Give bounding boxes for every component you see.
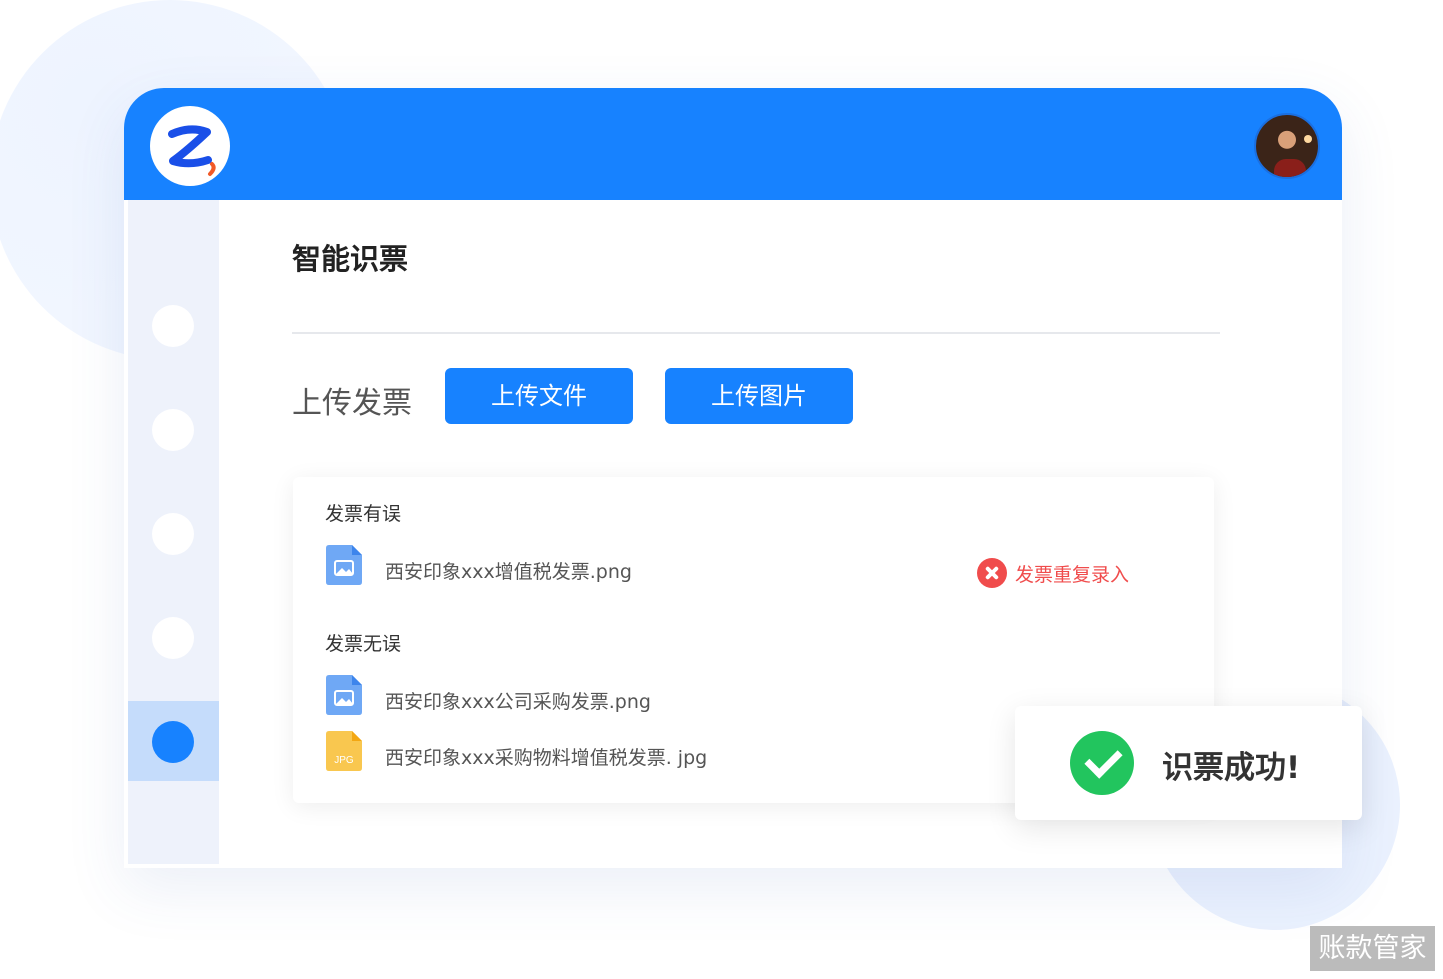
- sidebar-item[interactable]: [152, 617, 194, 659]
- error-status: 发票重复录入: [977, 558, 1129, 588]
- avatar-detail: [1304, 135, 1312, 143]
- ok-section-title: 发票无误: [325, 633, 402, 655]
- divider: [292, 332, 1220, 334]
- jpg-icon-label: JPG: [334, 755, 354, 766]
- sidebar: [128, 200, 219, 864]
- upload-image-button[interactable]: 上传图片: [665, 368, 853, 424]
- sidebar-item[interactable]: [152, 305, 194, 347]
- file-name[interactable]: 西安印象xxx公司采购发票.png: [385, 687, 651, 714]
- image-file-icon: [326, 545, 362, 585]
- file-name[interactable]: 西安印象xxx采购物料增值税发票. jpg: [385, 743, 707, 770]
- jpg-file-icon: JPG: [326, 731, 362, 771]
- sidebar-item-active[interactable]: [128, 701, 219, 781]
- top-bar: [124, 88, 1342, 200]
- upload-label: 上传发票: [292, 386, 412, 421]
- watermark: 账款管家: [1310, 926, 1435, 971]
- error-section-title: 发票有误: [325, 503, 402, 525]
- sidebar-active-dot: [152, 721, 194, 763]
- sidebar-item[interactable]: [152, 409, 194, 451]
- success-check-icon: [1070, 731, 1134, 795]
- app-logo[interactable]: [150, 106, 230, 186]
- page-title: 智能识票: [292, 242, 409, 276]
- success-toast: 识票成功!: [1015, 706, 1362, 820]
- error-icon: [977, 558, 1007, 588]
- error-message: 发票重复录入: [1015, 563, 1130, 586]
- sidebar-item[interactable]: [152, 513, 194, 555]
- toast-message: 识票成功!: [1162, 750, 1301, 786]
- image-file-icon: [326, 675, 362, 715]
- user-avatar[interactable]: [1254, 113, 1320, 179]
- avatar-detail: [1274, 159, 1306, 177]
- file-name[interactable]: 西安印象xxx增值税发票.png: [385, 557, 632, 584]
- upload-file-button[interactable]: 上传文件: [445, 368, 633, 424]
